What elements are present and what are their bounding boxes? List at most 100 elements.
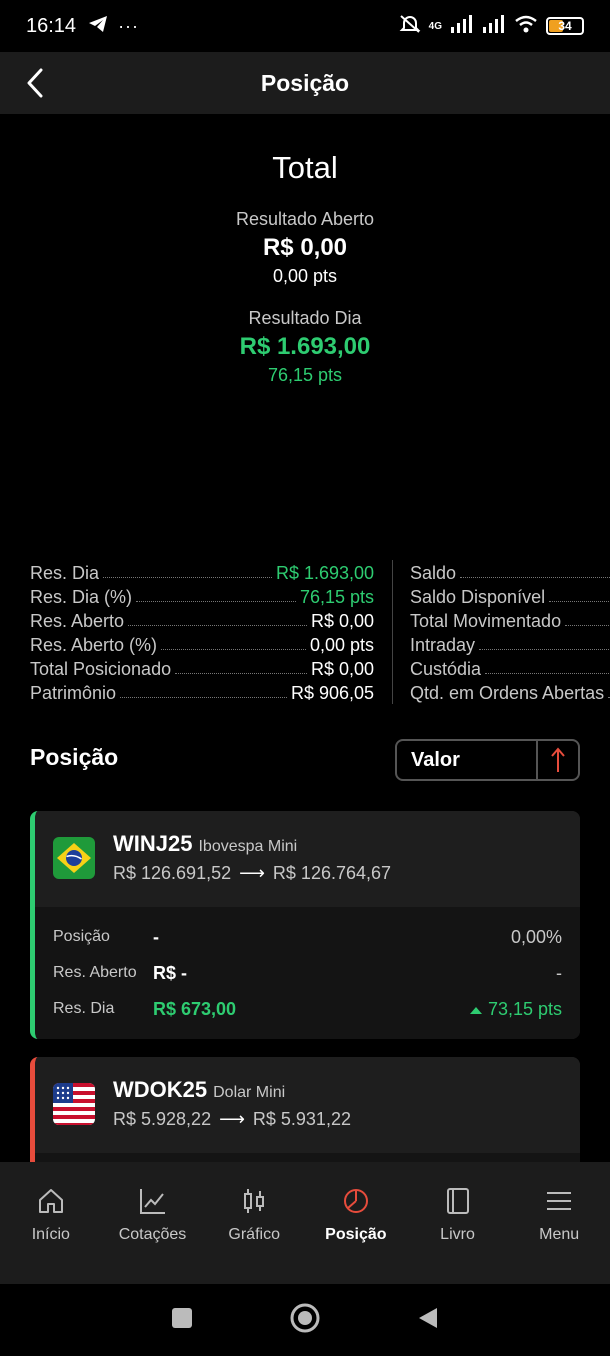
- price-range: R$ 126.691,52 ⟶ R$ 126.764,67: [113, 863, 391, 884]
- totals-title: Total: [272, 150, 338, 185]
- telegram-icon: [88, 15, 108, 38]
- totals-section: Total Resultado Aberto R$ 0,00 0,00 pts …: [0, 150, 610, 386]
- summary-row: Res. Aberto R$ 0,00: [30, 608, 374, 632]
- resultado-dia-pts: 76,15 pts: [267, 365, 343, 385]
- detail-label: Res. Aberto: [53, 964, 137, 981]
- bottom-nav: Início Cotações Gráfico Posição Livro Me…: [0, 1162, 610, 1284]
- summary-row: Total Movimentado: [410, 608, 610, 632]
- nav-label: Livro: [440, 1226, 475, 1243]
- candlestick-icon: [244, 1189, 265, 1213]
- summary-right-column: Saldo Saldo Disponível Total Movimentado…: [410, 560, 610, 704]
- nav-label: Início: [31, 1226, 70, 1243]
- back-button[interactable]: [20, 66, 50, 100]
- summary-row: Res. Dia R$ 1.693,00: [30, 560, 374, 584]
- price-from: R$ 5.928,22: [113, 1109, 212, 1129]
- detail-right: 0,00%: [510, 926, 562, 947]
- price-to: R$ 5.931,22: [252, 1109, 351, 1129]
- summary-label: Res. Aberto (%): [30, 635, 158, 655]
- summary-value: R$ 0,00: [310, 611, 375, 631]
- wifi-icon: [514, 15, 538, 38]
- system-nav-bar: [0, 1284, 610, 1356]
- summary-row: Res. Dia (%) 76,15 pts: [30, 584, 374, 608]
- summary-label: Res. Dia (%): [30, 587, 133, 607]
- summary-value: 76,15 pts: [299, 587, 375, 607]
- triangle-left-icon: [419, 1307, 437, 1328]
- summary-divider: [392, 560, 393, 704]
- position-symbol: WINJ25 Ibovespa Mini: [113, 831, 297, 857]
- signal-icon: [450, 14, 474, 38]
- signal-icon-2: [482, 14, 506, 38]
- nav-label: Cotações: [118, 1226, 187, 1243]
- more-notifications-icon: ···: [118, 15, 140, 36]
- positions-title: Posição: [30, 744, 119, 770]
- detail-right: 73,15 pts: [469, 998, 562, 1020]
- nav-item-inicio[interactable]: Início: [0, 1162, 102, 1284]
- nav-label: Gráfico: [228, 1226, 280, 1243]
- summary-row: Saldo: [410, 560, 610, 584]
- summary-value: R$ 1.693,00: [275, 563, 375, 583]
- sort-field-select[interactable]: Valor: [397, 749, 536, 772]
- summary-label: Saldo Disponível: [410, 587, 546, 607]
- resultado-aberto-value: R$ 0,00: [262, 234, 348, 261]
- brazil-flag-icon: [53, 837, 95, 879]
- book-icon: [446, 1188, 469, 1214]
- network-type: 4G: [428, 20, 442, 32]
- arrow-up-icon: [551, 747, 565, 772]
- detail-label: Res. Dia: [53, 1000, 115, 1017]
- usa-flag-icon: [53, 1083, 95, 1125]
- summary-label: Intraday: [410, 635, 476, 655]
- detail-value: R$ 673,00: [153, 998, 237, 1019]
- status-icons: 4G 34: [399, 14, 584, 39]
- arrow-right-icon: ⟶: [239, 863, 265, 883]
- summary-label: Res. Aberto: [30, 611, 125, 631]
- detail-right: -: [556, 962, 562, 983]
- nav-label: Posição: [325, 1226, 387, 1243]
- price-range: R$ 5.928,22 ⟶ R$ 5.931,22: [113, 1109, 351, 1130]
- symbol-text: WINJ25: [113, 831, 193, 856]
- status-time: 16:14: [26, 14, 77, 37]
- status-bar: 16:14 ··· 4G 34: [0, 0, 610, 52]
- sort-direction-button[interactable]: [538, 747, 578, 773]
- recent-apps-button[interactable]: [171, 1307, 193, 1334]
- summary-row: Qtd. em Ordens Abertas: [410, 680, 610, 704]
- menu-icon: [547, 1192, 572, 1210]
- summary-value: R$ 0,00: [310, 659, 375, 679]
- detail-row-posicao: Posição - 0,00%: [53, 925, 562, 949]
- symbol-text: WDOK25: [113, 1077, 208, 1102]
- battery-icon: 34: [546, 17, 584, 35]
- summary-row: Patrimônio R$ 906,05: [30, 680, 374, 704]
- summary-label: Patrimônio: [30, 683, 117, 703]
- system-back-button[interactable]: [417, 1306, 439, 1335]
- asset-name: Ibovespa Mini: [198, 838, 298, 855]
- battery-level: 34: [558, 19, 572, 33]
- page-title: Posição: [260, 69, 350, 96]
- chevron-left-icon: [27, 68, 43, 98]
- price-to: R$ 126.764,67: [272, 863, 392, 883]
- sort-selector[interactable]: Valor: [395, 739, 580, 781]
- summary-label: Qtd. em Ordens Abertas: [410, 683, 605, 703]
- summary-row: Intraday: [410, 632, 610, 656]
- position-card-header: WDOK25 Dolar Mini R$ 5.928,22 ⟶ R$ 5.931,22: [35, 1057, 580, 1153]
- nav-item-grafico[interactable]: Gráfico: [203, 1162, 305, 1284]
- nav-item-cotacoes[interactable]: Cotações: [102, 1162, 204, 1284]
- position-card[interactable]: WINJ25 Ibovespa Mini R$ 126.691,52 ⟶ R$ 126…: [30, 811, 580, 1039]
- detail-right-pts: 73,15 pts: [487, 998, 562, 1019]
- nav-item-menu[interactable]: Menu: [508, 1162, 610, 1284]
- home-button[interactable]: [289, 1302, 321, 1339]
- detail-value: -: [153, 926, 159, 947]
- detail-label: Posição: [53, 928, 110, 945]
- detail-row-aberto: Res. Aberto R$ - -: [53, 961, 562, 985]
- nav-item-posicao[interactable]: Posição: [305, 1162, 407, 1284]
- resultado-dia-value: R$ 1.693,00: [239, 333, 371, 360]
- summary-row: Total Posicionado R$ 0,00: [30, 656, 374, 680]
- asset-name: Dolar Mini: [213, 1084, 286, 1101]
- position-card-details: Posição - 0,00% Res. Aberto R$ - - Res. …: [35, 907, 580, 1039]
- summary-value: R$ 906,05: [290, 683, 375, 703]
- summary-value: 0,00 pts: [309, 635, 375, 655]
- nav-item-livro[interactable]: Livro: [407, 1162, 509, 1284]
- nav-label: Menu: [539, 1226, 580, 1243]
- summary-panel[interactable]: Res. Dia R$ 1.693,00 Res. Dia (%) 76,15 pt…: [30, 560, 610, 704]
- triangle-up-icon: [469, 1006, 482, 1014]
- home-icon: [38, 1189, 63, 1213]
- app-header: Posição: [0, 52, 610, 114]
